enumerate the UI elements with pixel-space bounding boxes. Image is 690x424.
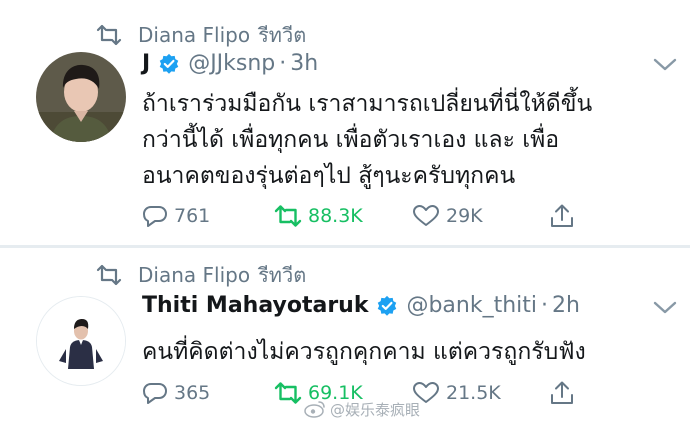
handle[interactable]: @JJksnp — [188, 51, 275, 76]
tweet-text: ถ้าเราร่วมมือกัน เราสามารถเปลี่ยนที่นี่ใ… — [142, 86, 682, 194]
like-button[interactable]: 29K — [412, 201, 483, 231]
retweet-label: รีทวีต — [258, 23, 307, 47]
weibo-logo-icon — [304, 401, 325, 418]
handle[interactable]: @bank_thiti — [406, 293, 537, 318]
chevron-down-icon[interactable] — [652, 57, 678, 73]
reply-button[interactable]: 761 — [142, 201, 210, 231]
like-count: 21.5K — [446, 382, 501, 404]
tweet-header: Thiti Mahayotaruk @bank_thiti · 2h — [142, 293, 580, 318]
tweet-text-line: ถ้าเราร่วมมือกัน เราสามารถเปลี่ยนที่นี่ใ… — [142, 91, 593, 117]
tweet-text-line: อนาคตของรุ่นต่อๆไป สู้ๆนะครับทุกคน — [142, 163, 516, 189]
reply-icon — [143, 206, 167, 227]
watermark: @娱乐泰疯眼 — [304, 396, 420, 422]
chevron-down-icon[interactable] — [652, 300, 678, 316]
tweet-text-line: คนที่คิดต่างไม่ควรถูกคุกคาม แต่ควรถูกรับ… — [142, 339, 586, 365]
tweet-text-line: กว่านี้ได้ เพื่อทุกคน เพื่อตัวเราเอง และ… — [142, 127, 560, 153]
display-name[interactable]: Thiti Mahayotaruk — [142, 293, 368, 318]
retweeter-name[interactable]: Diana Flipo — [138, 263, 250, 287]
avatar[interactable] — [36, 52, 126, 142]
retweet-button[interactable]: 88.3K — [274, 201, 363, 231]
watermark-text: @娱乐泰疯眼 — [330, 400, 421, 419]
retweet-icon — [96, 264, 122, 286]
separator: · — [541, 293, 549, 318]
retweet-context: Diana Flipo รีทวีต — [96, 260, 306, 290]
share-icon — [551, 204, 573, 227]
retweet-context: Diana Flipo รีทวีต — [96, 20, 306, 50]
share-button[interactable] — [550, 201, 580, 231]
retweet-label: รีทวีต — [258, 263, 307, 287]
reply-icon — [143, 383, 167, 404]
reply-count: 365 — [174, 382, 211, 404]
like-icon — [413, 205, 439, 226]
tweet-actions: 761 88.3K 29K — [142, 201, 582, 231]
tweet-1[interactable]: Diana Flipo รีทวีต J @JJksnp · 3h ถ้าเรา… — [0, 0, 690, 247]
like-button[interactable]: 21.5K — [412, 378, 501, 408]
verified-badge-icon — [159, 53, 179, 74]
display-name[interactable]: J — [142, 51, 150, 76]
tweet-text: คนที่คิดต่างไม่ควรถูกคุกคาม แต่ควรถูกรับ… — [142, 334, 682, 370]
like-count: 29K — [446, 205, 483, 227]
share-button[interactable] — [550, 378, 580, 408]
retweet-count: 88.3K — [308, 205, 363, 227]
timestamp[interactable]: 3h — [290, 51, 318, 76]
retweet-icon — [96, 24, 122, 46]
reply-count: 761 — [174, 205, 211, 227]
tweet-header: J @JJksnp · 3h — [142, 51, 318, 76]
verified-badge-icon — [378, 295, 397, 316]
reply-button[interactable]: 365 — [142, 378, 210, 408]
retweet-icon — [274, 205, 302, 227]
share-icon — [551, 381, 573, 404]
avatar[interactable] — [36, 296, 126, 386]
separator: · — [279, 51, 287, 76]
retweeter-name[interactable]: Diana Flipo — [138, 23, 250, 47]
retweet-icon — [274, 382, 302, 404]
timestamp[interactable]: 2h — [552, 293, 580, 318]
